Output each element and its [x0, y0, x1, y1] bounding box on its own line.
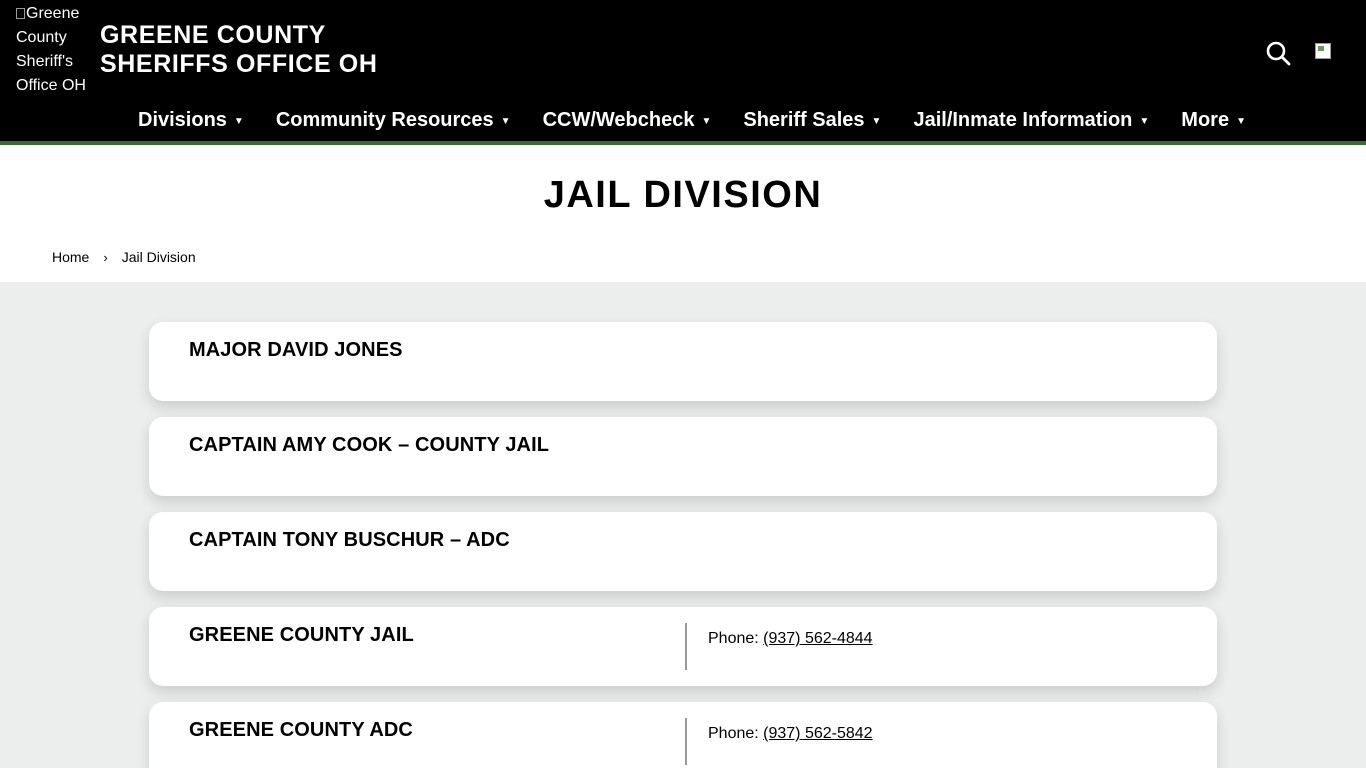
page-title-band: JAIL DIVISION Home › Jail Division — [0, 145, 1366, 282]
phone-line: Phone: (937) 562-5842 — [708, 725, 873, 743]
nav-item-more[interactable]: More ▼ — [1181, 109, 1246, 132]
card-title: CAPTAIN TONY BUSCHUR – ADC — [189, 529, 510, 551]
caret-down-icon: ▼ — [233, 115, 244, 127]
nav-item-label: Divisions — [138, 108, 227, 131]
nav-item-ccw-webcheck[interactable]: CCW/Webcheck ▼ — [543, 109, 712, 132]
nav-item-label: More — [1181, 108, 1230, 131]
phone-link[interactable]: (937) 562-4844 — [763, 630, 872, 647]
site-title-line1: GREENE COUNTY — [100, 21, 326, 49]
caret-down-icon: ▼ — [1139, 115, 1150, 127]
phone-label: Phone: — [708, 630, 764, 647]
search-icon[interactable] — [1265, 40, 1291, 66]
contact-card-greene-county-adc: GREENE COUNTY ADC Phone: (937) 562-5842 — [149, 702, 1217, 768]
caret-down-icon: ▼ — [701, 115, 712, 127]
caret-down-icon: ▼ — [500, 115, 511, 127]
nav-item-community-resources[interactable]: Community Resources ▼ — [276, 109, 511, 132]
main-navigation: Divisions ▼ Community Resources ▼ CCW/Webc… — [138, 104, 1278, 136]
card-divider — [685, 623, 687, 670]
phone-link[interactable]: (937) 562-5842 — [763, 725, 872, 742]
nav-item-label: Sheriff Sales — [743, 108, 865, 131]
breadcrumb: Home › Jail Division — [52, 249, 196, 265]
accordion-card-captain-tony-buschur[interactable]: CAPTAIN TONY BUSCHUR – ADC — [149, 512, 1217, 591]
nav-item-label: Jail/Inmate Information — [913, 108, 1133, 131]
page-title: JAIL DIVISION — [543, 174, 823, 216]
breadcrumb-home-link[interactable]: Home — [52, 249, 89, 265]
accordion-card-captain-amy-cook[interactable]: CAPTAIN AMY COOK – COUNTY JAIL — [149, 417, 1217, 496]
card-divider — [685, 718, 687, 765]
card-title: CAPTAIN AMY COOK – COUNTY JAIL — [189, 434, 550, 456]
language-flag-image[interactable] — [1315, 43, 1331, 59]
site-header: Greene County Sheriff's Office OH GREENE… — [0, 0, 1366, 145]
contact-card-greene-county-jail: GREENE COUNTY JAIL Phone: (937) 562-4844 — [149, 607, 1217, 686]
site-title-line2: SHERIFFS OFFICE OH — [100, 50, 378, 78]
accordion-card-major-david-jones[interactable]: MAJOR DAVID JONES — [149, 322, 1217, 401]
nav-item-jail-inmate-information[interactable]: Jail/Inmate Information ▼ — [913, 109, 1149, 132]
phone-line: Phone: (937) 562-4844 — [708, 630, 873, 648]
card-title: GREENE COUNTY ADC — [189, 719, 413, 741]
caret-down-icon: ▼ — [871, 115, 882, 127]
breadcrumb-current: Jail Division — [121, 249, 196, 265]
chevron-right-icon: › — [103, 249, 108, 265]
site-title[interactable]: GREENE COUNTY SHERIFFS OFFICE OH — [100, 21, 377, 79]
nav-item-divisions[interactable]: Divisions ▼ — [138, 109, 244, 132]
phone-label: Phone: — [708, 725, 764, 742]
nav-item-label: Community Resources — [275, 108, 494, 131]
nav-item-sheriff-sales[interactable]: Sheriff Sales ▼ — [743, 109, 881, 132]
nav-item-label: CCW/Webcheck — [542, 108, 695, 131]
card-title: GREENE COUNTY JAIL — [189, 624, 414, 646]
site-logo[interactable]: Greene County Sheriff's Office OH — [16, 2, 92, 98]
logo-alt-text: Greene County Sheriff's Office OH — [16, 5, 86, 94]
broken-image-icon — [16, 8, 25, 19]
caret-down-icon: ▼ — [1236, 115, 1246, 127]
card-title: MAJOR DAVID JONES — [189, 339, 403, 361]
